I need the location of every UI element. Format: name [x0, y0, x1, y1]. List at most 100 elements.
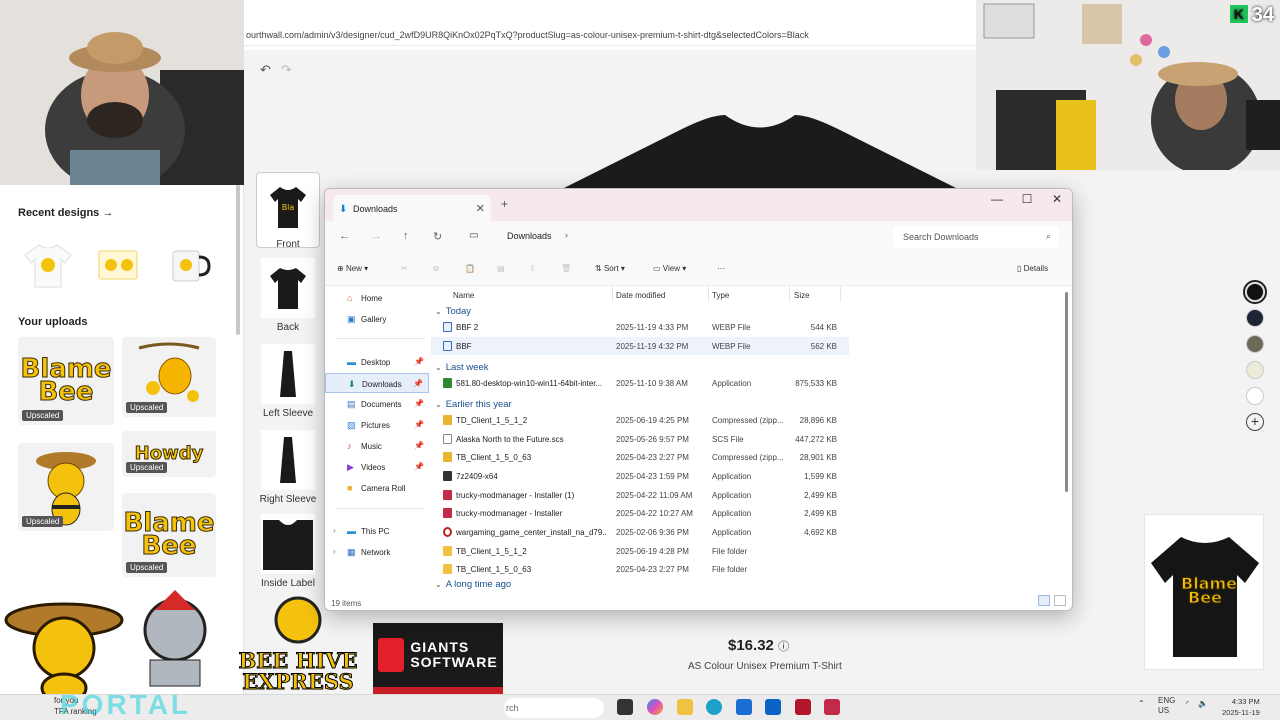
upload-thumb[interactable]: Blame Bee Upscaled — [18, 337, 114, 425]
upload-thumb[interactable]: Howdy Upscaled — [122, 431, 216, 477]
file-row[interactable]: TD_Client_1_5_1_2 2025-06-19 4:25 PM Compr… — [431, 411, 849, 429]
breadcrumb[interactable]: ▭ Downloads › — [463, 225, 887, 249]
app-icon[interactable] — [824, 699, 840, 715]
app-icon[interactable] — [795, 699, 811, 715]
new-tab-button[interactable]: + — [501, 197, 508, 211]
group-header[interactable]: ⌄ A long time ago — [435, 579, 511, 590]
column-header-date[interactable]: Date modified — [616, 291, 665, 300]
column-divider[interactable] — [840, 286, 841, 302]
shirt-preview-card[interactable]: Blame Bee — [1144, 514, 1264, 670]
minimize-button[interactable]: — — [982, 189, 1012, 211]
chevron-right-icon[interactable]: › — [565, 230, 568, 240]
address-bar[interactable]: ourthwall.com/admin/v3/designer/cud_2wfD… — [244, 26, 976, 46]
file-row[interactable]: trucky-modmanager - Installer (1) 2025-04… — [431, 486, 849, 504]
view-back[interactable]: Back — [256, 258, 320, 333]
language-indicator[interactable]: ENG US — [1158, 696, 1175, 716]
file-explorer-icon[interactable] — [677, 699, 693, 715]
view-left-sleeve[interactable]: Left Sleeve — [256, 344, 320, 419]
tiles-view-icon[interactable] — [1054, 595, 1066, 606]
chevron-down-icon[interactable]: ⌄ — [435, 307, 442, 316]
search-input[interactable]: Search Downloads ⌕ — [893, 226, 1059, 248]
chevron-right-icon[interactable]: › — [333, 526, 336, 535]
chevron-down-icon[interactable]: ⌄ — [435, 363, 442, 372]
sidebar-item-network[interactable]: › ▦ Network — [325, 542, 429, 562]
details-view-icon[interactable] — [1038, 595, 1050, 606]
left-panel-scrollbar[interactable] — [236, 185, 240, 335]
copilot-icon[interactable] — [647, 699, 663, 715]
paste-icon[interactable]: 📋 — [465, 264, 475, 273]
chevron-up-icon[interactable]: ⌃ — [1138, 699, 1145, 708]
delete-icon[interactable]: 🗑 — [561, 264, 571, 273]
task-view-icon[interactable] — [617, 699, 633, 715]
forward-icon[interactable]: → — [371, 230, 382, 242]
sidebar-item-videos[interactable]: ▶ Videos 📌 — [325, 457, 429, 477]
chevron-right-icon[interactable]: › — [333, 547, 336, 556]
group-header[interactable]: ⌄ Last week — [435, 362, 488, 373]
sidebar-item-this-pc[interactable]: › ▬ This PC — [325, 521, 429, 541]
outlook-icon[interactable] — [765, 699, 781, 715]
sidebar-item-pictures[interactable]: ▨ Pictures 📌 — [325, 415, 429, 435]
view-inside-label[interactable]: Inside Label — [256, 514, 320, 589]
file-row[interactable]: BBF 2025-11-19 4:32 PM WEBP File 562 KB — [431, 337, 849, 355]
group-header[interactable]: ⌄ Today — [435, 306, 471, 317]
color-swatch[interactable] — [1246, 361, 1264, 379]
upload-thumb[interactable]: Upscaled — [122, 337, 216, 417]
sidebar-item-home[interactable]: ⌂ Home — [325, 288, 429, 308]
taskbar-search-input[interactable]: rch — [504, 698, 604, 718]
column-divider[interactable] — [789, 286, 790, 302]
color-swatch[interactable] — [1246, 387, 1264, 405]
color-swatch[interactable] — [1243, 280, 1267, 304]
sidebar-item-music[interactable]: ♪ Music 📌 — [325, 436, 429, 456]
breadcrumb-downloads[interactable]: Downloads — [507, 231, 552, 241]
column-header-name[interactable]: Name — [453, 291, 474, 300]
tab-downloads[interactable]: ⬇ Downloads ✕ — [333, 195, 491, 221]
view-button[interactable]: ▭ View ▾ — [653, 264, 686, 273]
chevron-down-icon[interactable]: ⌄ — [435, 400, 442, 409]
refresh-icon[interactable]: ↻ — [433, 230, 442, 243]
file-row[interactable]: wargaming_game_center_install_na_d79... 2… — [431, 523, 849, 541]
info-icon[interactable]: ⓘ — [778, 641, 789, 653]
edge-icon[interactable] — [706, 699, 722, 715]
view-front[interactable]: Bla Front — [256, 172, 320, 250]
recent-design-thumb[interactable] — [18, 239, 78, 291]
file-row[interactable]: BBF 2 2025-11-19 4:33 PM WEBP File 544 KB — [431, 318, 849, 336]
close-button[interactable]: ✕ — [1042, 189, 1072, 211]
upload-thumb[interactable]: Blame Bee Upscaled — [122, 493, 216, 577]
store-icon[interactable] — [736, 699, 752, 715]
sidebar-item-downloads[interactable]: ⬇ Downloads 📌 — [325, 373, 429, 393]
close-tab-icon[interactable]: ✕ — [476, 202, 485, 215]
file-row[interactable]: 7z2409-x64 2025-04-23 1:59 PM Application 1… — [431, 467, 849, 485]
up-icon[interactable]: ↑ — [403, 230, 409, 242]
recent-design-thumb[interactable] — [160, 239, 216, 291]
view-right-sleeve[interactable]: Right Sleeve — [256, 430, 320, 505]
file-list-scrollbar[interactable] — [1065, 292, 1068, 492]
column-divider[interactable] — [708, 286, 709, 302]
column-header-type[interactable]: Type — [712, 291, 729, 300]
file-row[interactable]: trucky-modmanager - Installer 2025-04-22 … — [431, 504, 849, 522]
recent-designs-link[interactable]: Recent designs → — [18, 207, 113, 219]
new-button[interactable]: ⊕ New ▾ — [337, 264, 368, 273]
maximize-button[interactable]: ☐ — [1012, 189, 1042, 211]
more-options-button[interactable]: ··· — [717, 264, 725, 273]
column-header-size[interactable]: Size — [794, 291, 810, 300]
chevron-down-icon[interactable]: ⌄ — [435, 580, 442, 589]
undo-icon[interactable]: ↶ — [260, 62, 271, 77]
column-divider[interactable] — [612, 286, 613, 302]
rename-icon[interactable]: ▤ — [497, 264, 505, 273]
file-row[interactable]: TB_Client_1_5_0_63 2025-04-23 2:27 PM File… — [431, 560, 849, 578]
copy-icon[interactable]: ⧉ — [433, 264, 439, 274]
color-swatch[interactable] — [1246, 309, 1264, 327]
volume-icon[interactable]: 🔈 — [1198, 699, 1208, 708]
sort-button[interactable]: ⇅ Sort ▾ — [595, 264, 625, 273]
file-row[interactable]: TB_Client_1_5_0_63 2025-04-23 2:27 PM Comp… — [431, 448, 849, 466]
add-color-button[interactable]: + — [1246, 413, 1264, 431]
file-row[interactable]: TB_Client_1_5_1_2 2025-06-19 4:28 PM File … — [431, 542, 849, 560]
group-header[interactable]: ⌄ Earlier this year — [435, 399, 512, 410]
cut-icon[interactable]: ✂ — [401, 264, 408, 273]
color-swatch[interactable] — [1246, 335, 1264, 353]
wifi-icon[interactable]: ◜ — [1186, 699, 1189, 708]
recent-design-thumb[interactable] — [90, 239, 146, 291]
system-clock[interactable]: 4:33 PM 2025-11-19 — [1222, 696, 1260, 718]
redo-icon[interactable]: ↷ — [281, 62, 292, 77]
share-icon[interactable]: ⇪ — [529, 264, 536, 273]
